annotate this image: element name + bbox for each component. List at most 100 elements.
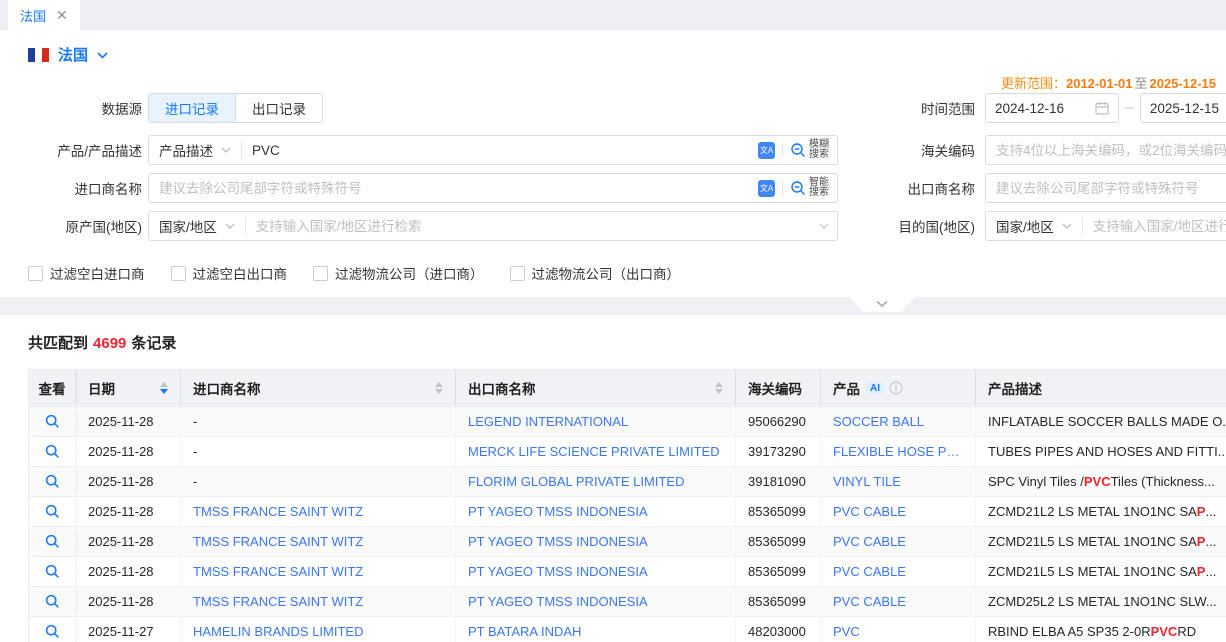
checkbox-icon[interactable] bbox=[510, 266, 525, 281]
hs-code-input[interactable] bbox=[986, 143, 1226, 158]
importer-link[interactable]: TMSS FRANCE SAINT WITZ bbox=[193, 564, 363, 579]
cell-description: RBIND ELBA A5 SP35 2-0R PVC RD bbox=[976, 617, 1226, 642]
exporter-input[interactable] bbox=[986, 181, 1226, 196]
cell-importer: - bbox=[181, 467, 456, 496]
cell-description: ZCMD21L2 LS METAL 1NO1NC SA P... bbox=[976, 497, 1226, 526]
close-icon[interactable]: ✕ bbox=[56, 8, 68, 22]
importer-link[interactable]: TMSS FRANCE SAINT WITZ bbox=[193, 504, 363, 519]
fuzzy-search-toggle[interactable]: 模糊搜索 bbox=[790, 140, 829, 160]
checkbox-filter-logistics-importer[interactable]: 过滤物流公司（进口商） bbox=[313, 263, 484, 283]
chevron-down-icon bbox=[876, 300, 888, 308]
exporter-link[interactable]: PT YAGEO TMSS INDONESIA bbox=[468, 594, 648, 609]
cell-description: SPC Vinyl Tiles / PVC Tiles (Thickness..… bbox=[976, 467, 1226, 496]
exporter-link[interactable]: PT YAGEO TMSS INDONESIA bbox=[468, 564, 648, 579]
exporter-link[interactable]: PT YAGEO TMSS INDONESIA bbox=[468, 534, 648, 549]
checkbox-icon[interactable] bbox=[28, 266, 43, 281]
export-records-button[interactable]: 出口记录 bbox=[235, 94, 322, 122]
date-start-input[interactable]: 2024-12-16 bbox=[985, 93, 1119, 123]
view-record-button[interactable] bbox=[45, 504, 60, 519]
exporter-link[interactable]: FLORIM GLOBAL PRIVATE LIMITED bbox=[468, 474, 684, 489]
summary-prefix: 共匹配到 bbox=[28, 335, 88, 352]
cell-importer: - bbox=[181, 407, 456, 436]
cell-date: 2025-11-28 bbox=[76, 557, 181, 586]
product-link[interactable]: FLEXIBLE HOSE PVC bbox=[833, 444, 963, 459]
country-name[interactable]: 法国 bbox=[58, 44, 88, 65]
header-exporter[interactable]: 出口商名称 bbox=[456, 370, 736, 406]
exporter-link[interactable]: PT BATARA INDAH bbox=[468, 624, 581, 639]
exporter-link[interactable]: PT YAGEO TMSS INDONESIA bbox=[468, 504, 648, 519]
checkbox-label: 过滤物流公司（进口商） bbox=[335, 263, 484, 283]
importer-link[interactable]: TMSS FRANCE SAINT WITZ bbox=[193, 534, 363, 549]
importer-label: 进口商名称 bbox=[0, 178, 148, 198]
origin-country-select[interactable]: 国家/地区 bbox=[149, 216, 245, 236]
tab-bar: 法国 ✕ bbox=[0, 0, 1226, 30]
destination-country-input[interactable] bbox=[1083, 219, 1226, 234]
sort-icon[interactable] bbox=[427, 382, 443, 394]
checkbox-filter-logistics-exporter[interactable]: 过滤物流公司（出口商） bbox=[510, 263, 681, 283]
chevron-down-icon[interactable] bbox=[819, 223, 829, 229]
magnifier-minus-icon bbox=[790, 180, 806, 196]
destination-country-select[interactable]: 国家/地区 bbox=[986, 216, 1082, 236]
translate-icon[interactable]: 文A bbox=[758, 142, 775, 159]
view-record-button[interactable] bbox=[45, 564, 60, 579]
cell-date: 2025-11-28 bbox=[76, 497, 181, 526]
exporter-link[interactable]: MERCK LIFE SCIENCE PRIVATE LIMITED bbox=[468, 444, 720, 459]
product-link[interactable]: PVC bbox=[833, 624, 860, 639]
view-record-button[interactable] bbox=[45, 534, 60, 549]
import-records-button[interactable]: 进口记录 bbox=[149, 94, 235, 122]
tab-france[interactable]: 法国 ✕ bbox=[8, 0, 80, 30]
cell-importer: - bbox=[181, 437, 456, 466]
view-record-button[interactable] bbox=[45, 414, 60, 429]
destination-country-label: 目的国(地区) bbox=[838, 216, 985, 236]
sort-icon[interactable] bbox=[707, 382, 723, 394]
cell-hs-code: 95066290 bbox=[736, 407, 821, 436]
product-link[interactable]: PVC CABLE bbox=[833, 594, 906, 609]
product-field-select[interactable]: 产品描述 bbox=[149, 140, 241, 160]
view-record-button[interactable] bbox=[45, 624, 60, 639]
origin-country-input[interactable] bbox=[246, 219, 819, 234]
filter-panel: 更新范围：2012-01-01至2025-12-15 数据源 进口记录 出口记录… bbox=[0, 71, 1226, 297]
destination-country-box: 国家/地区 bbox=[985, 211, 1226, 241]
collapse-filter-button[interactable] bbox=[849, 297, 915, 312]
product-search-box: 产品描述 文A 模糊搜索 bbox=[148, 135, 838, 165]
sort-icon[interactable] bbox=[152, 382, 168, 394]
product-input[interactable] bbox=[242, 143, 758, 158]
info-circle-icon[interactable] bbox=[889, 381, 903, 395]
header-importer[interactable]: 进口商名称 bbox=[181, 370, 456, 406]
table-row: 2025-11-28 - MERCK LIFE SCIENCE PRIVATE … bbox=[29, 436, 1226, 466]
date-end-input[interactable]: 2025-12-15 bbox=[1140, 93, 1226, 123]
cell-hs-code: 48203000 bbox=[736, 617, 821, 642]
checkbox-icon[interactable] bbox=[313, 266, 328, 281]
importer-link[interactable]: HAMELIN BRANDS LIMITED bbox=[193, 624, 363, 639]
product-link[interactable]: VINYL TILE bbox=[833, 474, 901, 489]
product-link[interactable]: PVC CABLE bbox=[833, 564, 906, 579]
view-record-button[interactable] bbox=[45, 594, 60, 609]
importer-input[interactable] bbox=[149, 181, 758, 196]
header-date[interactable]: 日期 bbox=[76, 370, 181, 406]
magnifier-minus-icon bbox=[790, 142, 806, 158]
table-row: 2025-11-28 TMSS FRANCE SAINT WITZ PT YAG… bbox=[29, 556, 1226, 586]
view-record-button[interactable] bbox=[45, 444, 60, 459]
product-link[interactable]: PVC CABLE bbox=[833, 504, 906, 519]
translate-icon[interactable]: 文A bbox=[758, 180, 775, 197]
summary-suffix: 条记录 bbox=[131, 335, 176, 352]
checkbox-filter-blank-importer[interactable]: 过滤空白进口商 bbox=[28, 263, 145, 283]
smart-search-toggle[interactable]: 智能搜索 bbox=[790, 178, 829, 198]
importer-link[interactable]: TMSS FRANCE SAINT WITZ bbox=[193, 594, 363, 609]
date-start-value: 2024-12-16 bbox=[995, 101, 1089, 116]
view-record-button[interactable] bbox=[45, 474, 60, 489]
table-row: 2025-11-28 TMSS FRANCE SAINT WITZ PT YAG… bbox=[29, 526, 1226, 556]
origin-country-box: 国家/地区 bbox=[148, 211, 838, 241]
ai-badge: AI bbox=[866, 382, 884, 395]
product-link[interactable]: SOCCER BALL bbox=[833, 414, 924, 429]
exporter-link[interactable]: LEGEND INTERNATIONAL bbox=[468, 414, 628, 429]
cell-description: INFLATABLE SOCCER BALLS MADE O... bbox=[976, 407, 1226, 436]
product-link[interactable]: PVC CABLE bbox=[833, 534, 906, 549]
chevron-down-icon[interactable] bbox=[97, 52, 108, 59]
header-product: 产品 AI bbox=[821, 370, 976, 406]
country-row: 法国 bbox=[0, 30, 1226, 71]
checkbox-label: 过滤物流公司（出口商） bbox=[532, 263, 681, 283]
checkbox-icon[interactable] bbox=[171, 266, 186, 281]
trade-data-page: 法国 ✕ 法国 更新范围：2012-01-01至2025-12-15 数据源 进… bbox=[0, 0, 1226, 642]
checkbox-filter-blank-exporter[interactable]: 过滤空白出口商 bbox=[171, 263, 288, 283]
